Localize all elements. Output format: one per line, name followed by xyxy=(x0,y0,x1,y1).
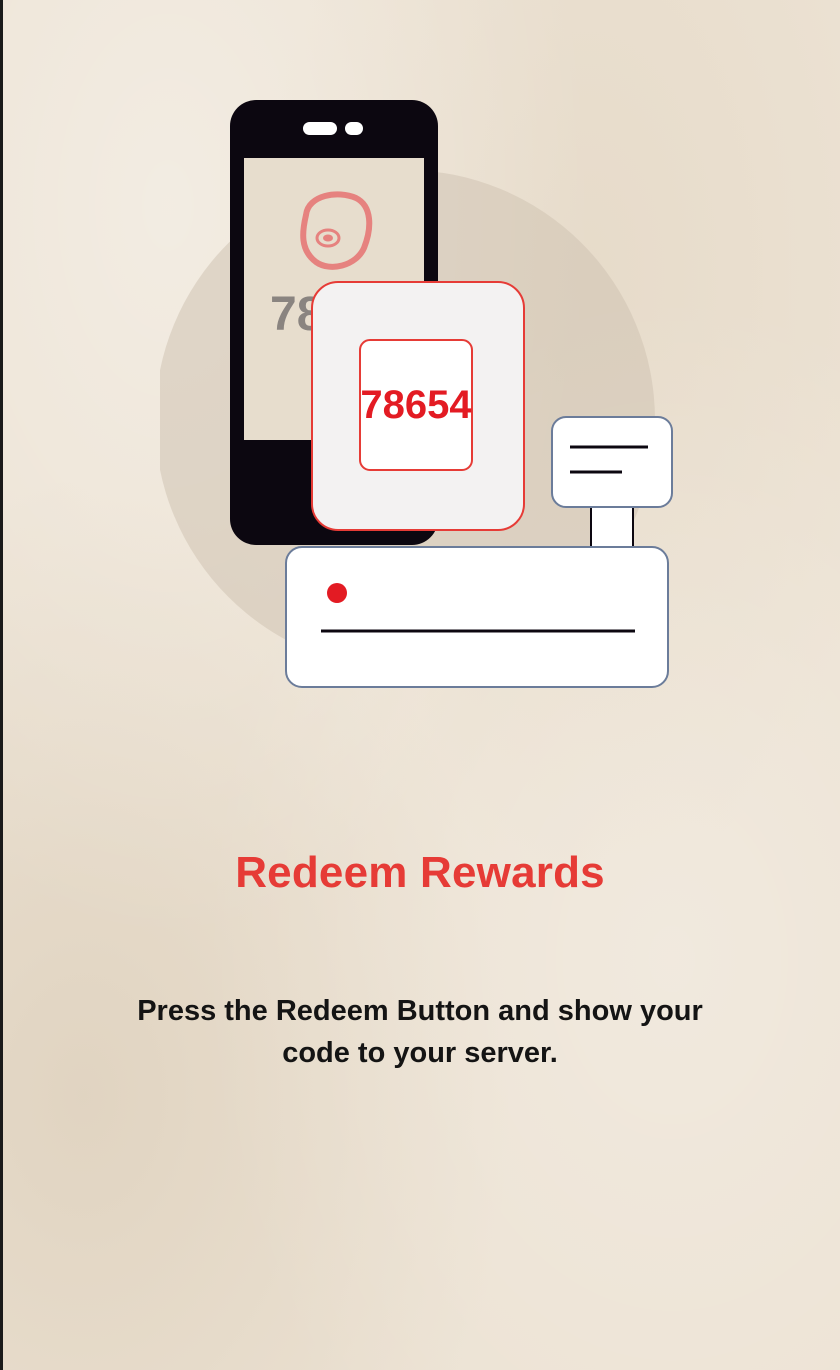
register-terminal-icon xyxy=(285,546,669,688)
redeem-code-text: 78654 xyxy=(360,383,472,427)
screen-edge xyxy=(0,0,3,1370)
onboarding-description: Press the Redeem Button and show your co… xyxy=(137,995,703,1069)
code-card: 78654 xyxy=(311,281,525,531)
redeem-illustration: 78 78654 xyxy=(160,90,680,730)
onboarding-title: Redeem Rewards xyxy=(235,848,605,897)
